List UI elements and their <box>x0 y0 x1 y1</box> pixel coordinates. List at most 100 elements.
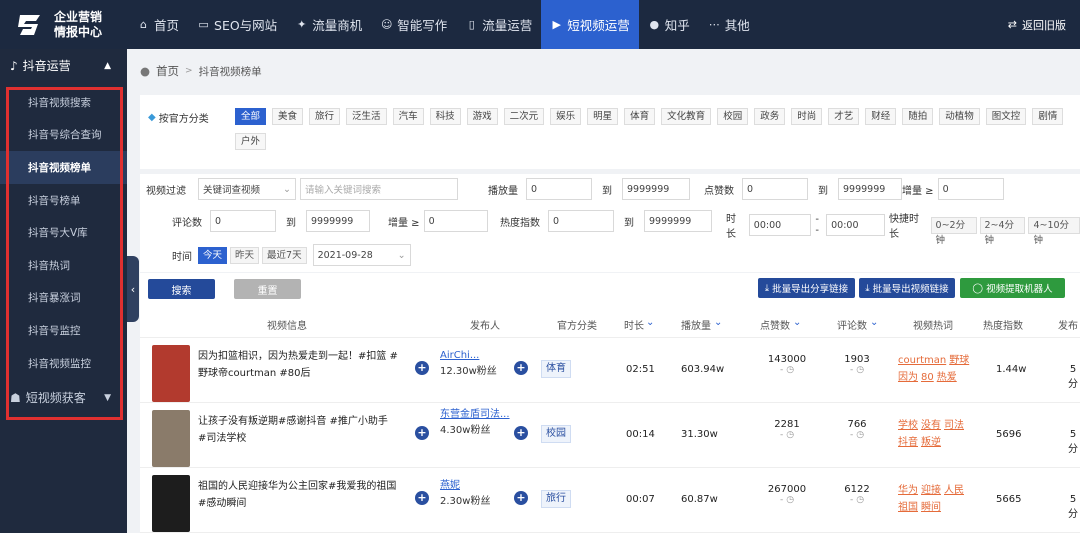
duration-to-input[interactable]: 00:00 <box>826 214 885 236</box>
add-icon[interactable]: + <box>415 491 429 505</box>
category-tag[interactable]: 泛生活 <box>346 108 387 125</box>
sidebar-item[interactable]: 抖音号榜单 <box>0 184 127 217</box>
reset-button[interactable]: 重置 <box>234 279 301 299</box>
nav-item-3[interactable]: ☺ 智能写作 <box>371 0 456 49</box>
video-thumbnail[interactable] <box>152 410 190 467</box>
table-header-cell[interactable]: 播放量 <box>681 317 711 332</box>
comments-max-input[interactable]: 9999999 <box>306 210 370 232</box>
sidebar-item[interactable]: 抖音视频监控 <box>0 347 127 380</box>
category-tag[interactable]: 科技 <box>429 108 461 125</box>
video-title[interactable]: 因为扣篮相识，因为热爱走到一起！#扣篮 #野球帝courtman #80后 <box>198 348 398 382</box>
category-tag[interactable]: 明星 <box>587 108 619 125</box>
search-button[interactable]: 搜索 <box>148 279 215 299</box>
sidebar-item[interactable]: 抖音号监控 <box>0 314 127 347</box>
likes-growth-input[interactable]: 0 <box>937 178 1004 200</box>
duration-from-input[interactable]: 00:00 <box>748 214 812 236</box>
add-icon[interactable]: + <box>514 361 528 375</box>
quick-duration-option[interactable]: 2~4分钟 <box>979 216 1026 246</box>
hot-word[interactable]: 因为 <box>898 372 918 383</box>
sidebar-item[interactable]: 抖音号大V库 <box>0 216 127 249</box>
category-tag[interactable]: 财经 <box>865 108 897 125</box>
author-name[interactable]: 燕妮 <box>440 478 490 494</box>
keyword-mode-select[interactable]: 关键词查视频 ⌄ <box>198 178 296 200</box>
nav-item-7[interactable]: ⋯ 其他 <box>699 0 759 49</box>
video-thumbnail[interactable] <box>152 475 190 532</box>
hot-word[interactable]: 祖国 <box>898 502 918 513</box>
video-title[interactable]: 祖国的人民迎接华为公主回家#我爱我的祖国 #感动瞬间 <box>198 478 398 512</box>
hot-word[interactable]: 瞬间 <box>921 502 941 513</box>
category-tag[interactable]: 游戏 <box>466 108 498 125</box>
plays-min-input[interactable]: 0 <box>526 178 592 200</box>
category-tag[interactable]: 户外 <box>235 133 267 150</box>
hot-word[interactable]: courtman <box>898 355 946 366</box>
category-tag[interactable]: 剧情 <box>1032 108 1064 125</box>
quick-duration-option[interactable]: 4~10分钟 <box>1028 216 1080 246</box>
hot-word[interactable]: 华为 <box>898 485 918 496</box>
comments-growth-input[interactable]: 0 <box>423 210 488 232</box>
comments-min-input[interactable]: 0 <box>210 210 276 232</box>
add-icon[interactable]: + <box>415 426 429 440</box>
sort-chevron-icon[interactable]: ⌄ <box>714 317 722 328</box>
logo[interactable]: 企业营销 情报中心 <box>0 0 128 49</box>
sort-chevron-icon[interactable]: ⌄ <box>870 317 878 328</box>
author-name[interactable]: AirChi... <box>440 348 497 364</box>
hot-word[interactable]: 热爱 <box>937 372 957 383</box>
sidebar-item[interactable]: 抖音视频榜单 <box>0 151 127 184</box>
category-tag[interactable]: 娱乐 <box>550 108 582 125</box>
category-tag[interactable]: 校园 <box>717 108 749 125</box>
date-picker[interactable]: 2021-09-28 ⌄ <box>312 244 411 266</box>
nav-item-4[interactable]: ▯ 流量运营 <box>456 0 541 49</box>
category-tag[interactable]: 时尚 <box>791 108 823 125</box>
category-tag[interactable]: 随拍 <box>902 108 934 125</box>
export-share-links-button[interactable]: ⤓ 批量导出分享链接 <box>758 278 855 298</box>
keyword-search-input[interactable]: 请输入关键词搜索 <box>300 178 458 200</box>
category-tag[interactable]: 政务 <box>754 108 786 125</box>
hot-word[interactable]: 没有 <box>921 420 941 431</box>
nav-item-5[interactable]: ▶ 短视频运营 <box>541 0 639 49</box>
hot-word[interactable]: 80 <box>921 372 934 383</box>
nav-item-1[interactable]: ▭ SEO与网站 <box>188 0 286 49</box>
hot-word[interactable]: 抖音 <box>898 437 918 448</box>
category-tag[interactable]: 美食 <box>272 108 304 125</box>
sidebar-item[interactable]: 抖音热词 <box>0 249 127 282</box>
plays-max-input[interactable]: 9999999 <box>622 178 690 200</box>
return-old-version-link[interactable]: ⇄ 返回旧版 <box>1008 0 1066 49</box>
hot-word[interactable]: 迎接 <box>921 485 941 496</box>
table-header-cell[interactable]: 评论数 <box>837 317 867 332</box>
hot-word[interactable]: 叛逆 <box>921 437 941 448</box>
hot-word[interactable]: 学校 <box>898 420 918 431</box>
category-tag[interactable]: 才艺 <box>828 108 860 125</box>
heat-max-input[interactable]: 9999999 <box>644 210 712 232</box>
time-option[interactable]: 今天 <box>198 246 228 264</box>
nav-item-2[interactable]: ✦ 流量商机 <box>286 0 371 49</box>
sidebar-group-short-video[interactable]: ☗ 短视频获客 ▼ <box>0 381 127 414</box>
category-tag[interactable]: 图文控 <box>985 108 1027 125</box>
sort-chevron-icon[interactable]: ⌄ <box>793 317 801 328</box>
hot-word[interactable]: 司法 <box>944 420 964 431</box>
hot-word[interactable]: 人民 <box>944 485 964 496</box>
breadcrumb-home[interactable]: 首页 <box>156 63 179 79</box>
category-tag[interactable]: 二次元 <box>503 108 545 125</box>
add-icon[interactable]: + <box>514 491 528 505</box>
category-tag[interactable]: 全部 <box>235 108 267 125</box>
sidebar-item[interactable]: 抖音暴涨词 <box>0 282 127 315</box>
category-tag[interactable]: 旅行 <box>309 108 341 125</box>
likes-max-input[interactable]: 9999999 <box>838 178 902 200</box>
nav-item-6[interactable]: ● 知乎 <box>639 0 699 49</box>
table-header-cell[interactable]: 点赞数 <box>760 317 790 332</box>
nav-item-0[interactable]: ⌂ 首页 <box>128 0 188 49</box>
hot-word[interactable]: 野球 <box>949 355 969 366</box>
category-tag[interactable]: 动植物 <box>939 108 980 125</box>
category-tag[interactable]: 体育 <box>624 108 656 125</box>
collapse-sidebar-button[interactable]: ‹ <box>127 256 139 322</box>
sidebar-item[interactable]: 抖音号综合查询 <box>0 119 127 152</box>
category-tag[interactable]: 汽车 <box>392 108 424 125</box>
video-thumbnail[interactable] <box>152 345 190 402</box>
likes-min-input[interactable]: 0 <box>742 178 808 200</box>
export-video-links-button[interactable]: ⤓ 批量导出视频链接 <box>859 278 955 298</box>
author-name[interactable]: 东营金盾司法... <box>440 407 510 423</box>
sort-chevron-icon[interactable]: ⌄ <box>646 317 654 328</box>
video-title[interactable]: 让孩子没有叛逆期#感谢抖音 #推广小助手 #司法学校 <box>198 413 398 447</box>
table-header-cell[interactable]: 时长 <box>624 317 644 332</box>
sidebar-item[interactable]: 抖音视频搜索 <box>0 86 127 119</box>
